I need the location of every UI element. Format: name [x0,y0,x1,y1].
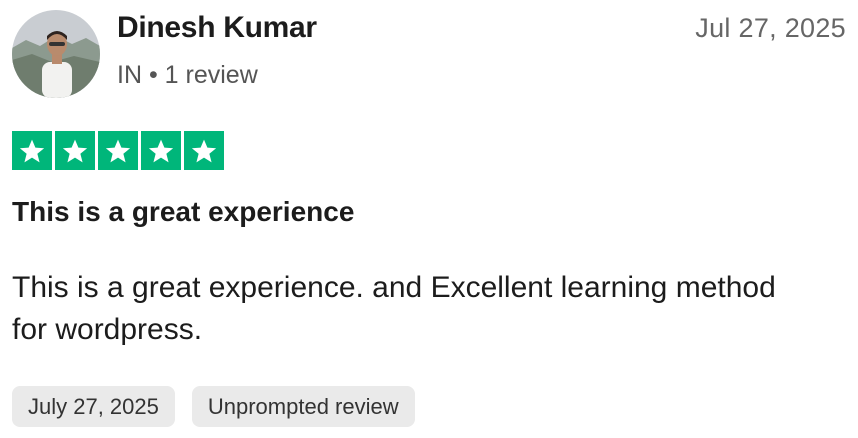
star-icon [12,131,52,170]
star-icon [55,131,95,170]
review-title: This is a great experience [12,196,355,227]
star-icon [141,131,181,170]
avatar-photo [12,10,100,98]
reviewer-country: IN [117,61,142,89]
reviewer-meta: IN • 1 review [117,61,258,90]
review-tags: July 27, 2025 Unprompted review [12,386,415,427]
tag-date-of-experience: July 27, 2025 [12,386,175,427]
reviewer-name[interactable]: Dinesh Kumar [117,11,317,45]
star-rating [12,131,224,170]
star-icon [184,131,224,170]
review-date: Jul 27, 2025 [695,13,846,43]
avatar[interactable] [12,10,100,98]
meta-separator: • [148,61,158,89]
reviewer-review-count: 1 review [164,61,258,89]
review-body: This is a great experience. and Excellen… [12,271,776,346]
star-icon [98,131,138,170]
tag-unprompted-review[interactable]: Unprompted review [191,386,415,427]
